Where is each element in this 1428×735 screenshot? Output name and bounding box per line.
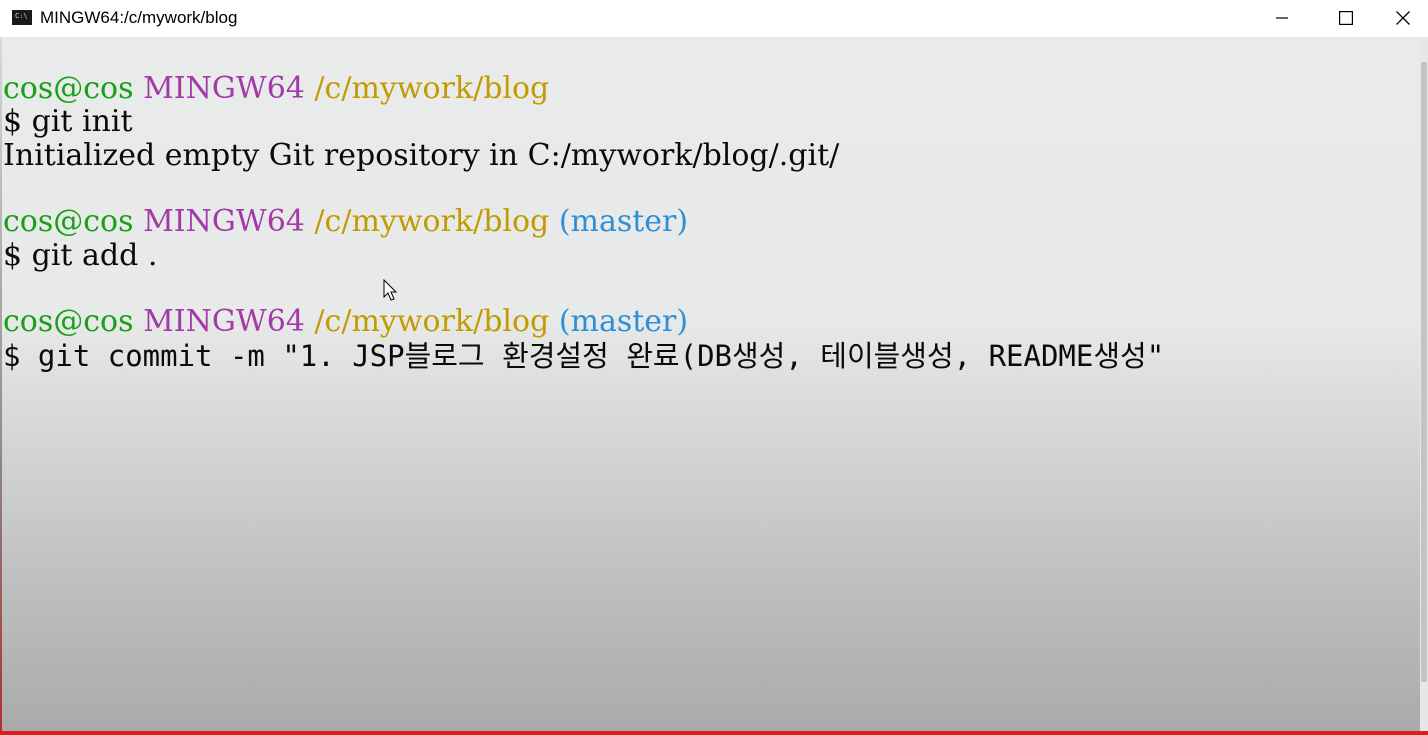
- close-icon: [1396, 11, 1410, 25]
- window-title: MINGW64:/c/mywork/blog: [40, 8, 238, 27]
- prompt-user: cos@cos: [3, 204, 134, 239]
- title-bar: C:\ MINGW64:/c/mywork/blog: [0, 0, 1428, 37]
- prompt-path: /c/mywork/blog: [314, 304, 550, 339]
- prompt-host: MINGW64: [143, 204, 305, 239]
- prompt-line-1: cos@cos MINGW64 /c/mywork/blog: [3, 72, 549, 106]
- prompt-user: cos@cos: [3, 71, 134, 106]
- prompt-line-2: cos@cos MINGW64 /c/mywork/blog (master): [3, 205, 688, 239]
- prompt-path: /c/mywork/blog: [314, 204, 550, 239]
- prompt-user: cos@cos: [3, 304, 134, 339]
- command-line-2: $ git add .: [3, 238, 158, 273]
- window-left-edge: [0, 37, 2, 731]
- maximize-button[interactable]: [1314, 0, 1378, 36]
- close-button[interactable]: [1378, 0, 1428, 36]
- prompt-branch: (master): [558, 304, 689, 339]
- scrollbar-thumb[interactable]: [1421, 62, 1427, 682]
- minimize-icon: [1276, 17, 1288, 19]
- prompt-host: MINGW64: [143, 71, 305, 106]
- terminal-area[interactable]: cos@cos MINGW64 /c/mywork/blog $ git ini…: [0, 37, 1420, 731]
- maximize-icon: [1339, 11, 1353, 25]
- terminal-icon-glyph: C:\: [15, 12, 28, 20]
- prompt-branch: (master): [558, 204, 689, 239]
- mouse-pointer-icon: [383, 279, 398, 301]
- command-line-1: $ git init: [3, 104, 133, 139]
- command-line-3: $ git commit -m "1. JSP블로그 환경설정 완료(DB생성,…: [3, 339, 1165, 373]
- output-line-1: Initialized empty Git repository in C:/m…: [3, 138, 840, 173]
- prompt-path: /c/mywork/blog: [314, 71, 550, 106]
- terminal-icon[interactable]: C:\: [12, 10, 32, 25]
- prompt-host: MINGW64: [143, 304, 305, 339]
- minimize-button[interactable]: [1250, 0, 1314, 36]
- bottom-border: [0, 731, 1428, 735]
- prompt-line-3: cos@cos MINGW64 /c/mywork/blog (master): [3, 305, 688, 339]
